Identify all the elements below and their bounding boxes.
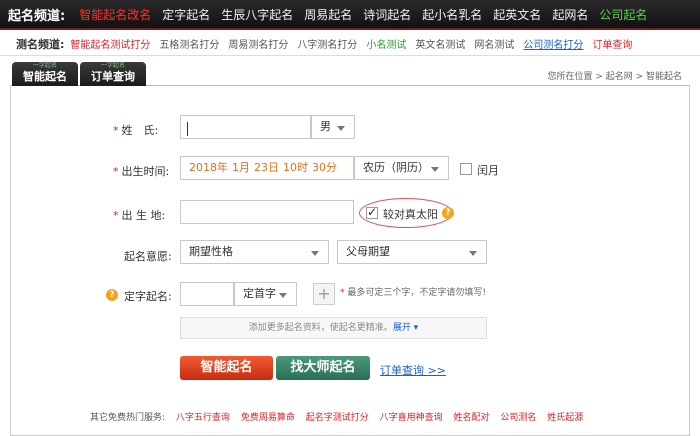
subnav-item-zhouyi[interactable]: 周易测名打分 xyxy=(228,36,288,51)
subnav-item-nickname[interactable]: 小名测试 xyxy=(366,36,406,51)
topnav-item-smart-rename[interactable]: 智能起名改名 xyxy=(79,6,151,23)
leap-month-checkbox[interactable] xyxy=(460,163,472,175)
gender-select[interactable]: 男 xyxy=(311,115,355,139)
topnav-item-netname[interactable]: 起网名 xyxy=(552,6,588,23)
topnav-item-nickname[interactable]: 起小名乳名 xyxy=(422,6,482,23)
topnav-item-poetry[interactable]: 诗词起名 xyxy=(363,6,411,23)
smart-name-button[interactable]: 智能起名 xyxy=(180,356,273,380)
text-caret xyxy=(187,122,188,136)
topnav-item-zhouyi[interactable]: 周易起名 xyxy=(304,6,352,23)
fixed-position-select[interactable]: 定首字 xyxy=(234,282,297,306)
top-channel-bar: 起名频道: 智能起名改名 定字起名 生辰八字起名 周易起名 诗词起名 起小名乳名… xyxy=(0,0,700,30)
subnav-item-company[interactable]: 公司测名打分 xyxy=(523,36,583,51)
birthplace-input[interactable] xyxy=(180,200,354,224)
birth-time-input[interactable]: 2018年 1月 23日 10时 30分 xyxy=(180,156,354,180)
tab-smart-name[interactable]: 一字起名 智能起名 xyxy=(12,62,78,86)
more-info-text: 添加更多起名资料，使起名更精准。 xyxy=(248,323,393,333)
birth-time-label: * 出生时间: xyxy=(113,165,170,178)
birth-time-label-text: 出生时间: xyxy=(121,165,170,178)
leap-month-label: 闰月 xyxy=(477,164,499,177)
surname-input[interactable] xyxy=(180,115,311,139)
birthplace-label-text: 出 生 地: xyxy=(121,209,166,222)
birth-month: 1月 xyxy=(232,161,250,174)
wish-label: 起名意愿: xyxy=(124,250,172,263)
true-solar-checkbox[interactable] xyxy=(366,205,378,219)
footer-link[interactable]: 姓氏起源 xyxy=(547,413,583,423)
footer-link[interactable]: 八字五行查询 xyxy=(176,413,230,423)
footer-link[interactable]: 八字喜用神查询 xyxy=(380,413,443,423)
footer-services: 其它免费热门服务: 八字五行查询 免费周易算命 起名字测试打分 八字喜用神查询 … xyxy=(90,410,583,423)
footer-label: 其它免费热门服务: xyxy=(90,413,166,423)
surname-label-text: 姓 氏: xyxy=(121,124,159,137)
expand-link[interactable]: 展开 ▾ xyxy=(393,323,418,333)
footer-link[interactable]: 姓名配对 xyxy=(453,413,489,423)
tab-order-query-label: 订单查询 xyxy=(91,70,135,83)
footer-link[interactable]: 起名字测试打分 xyxy=(306,413,369,423)
topnav-item-english[interactable]: 起英文名 xyxy=(493,6,541,23)
more-info-bar: 添加更多起名资料，使起名更精准。展开 ▾ xyxy=(180,317,487,339)
subnav-item-netname[interactable]: 网名测试 xyxy=(474,36,514,51)
subnav-item-english[interactable]: 英文名测试 xyxy=(415,36,465,51)
tab-smart-name-label: 智能起名 xyxy=(23,70,67,83)
order-query-link[interactable]: 订单查询 >> xyxy=(380,362,446,378)
tab-smart-name-sub: 一字起名 xyxy=(32,62,57,69)
birth-minute: 30分 xyxy=(312,161,337,174)
hint-star: * xyxy=(340,288,345,298)
surname-label: * 姓 氏: xyxy=(113,124,159,137)
breadcrumb: 您所在位置 > 起名网 > 智能起名 xyxy=(547,72,682,82)
subnav-item-bazi[interactable]: 八字测名打分 xyxy=(297,36,357,51)
wish-select-personality[interactable]: 期望性格 xyxy=(180,240,329,264)
add-char-button[interactable]: + xyxy=(313,283,335,305)
subnav-item-order[interactable]: 订单查询 xyxy=(592,36,632,51)
footer-link[interactable]: 公司测名 xyxy=(500,413,536,423)
master-name-button[interactable]: 找大师起名 xyxy=(276,356,370,380)
topnav-item-company[interactable]: 公司起名 xyxy=(599,6,647,23)
help-icon-fixed[interactable]: ? xyxy=(106,289,118,301)
footer-link[interactable]: 免费周易算命 xyxy=(241,413,295,423)
fixed-char-hint: * 最多可定三个字，不定字请勿填写! xyxy=(340,285,486,298)
tab-order-query-sub: 一字起名 xyxy=(100,62,125,69)
subnav-item-smart-test[interactable]: 智能起名测试打分 xyxy=(70,36,150,51)
subnav-item-wuge[interactable]: 五格测名打分 xyxy=(159,36,219,51)
fixed-char-label: 定字起名: xyxy=(124,290,172,303)
birth-day: 23日 xyxy=(254,161,279,174)
hint-text: 最多可定三个字，不定字请勿填写! xyxy=(347,288,486,298)
help-icon[interactable]: ? xyxy=(442,207,454,219)
birth-hour: 10时 xyxy=(283,161,308,174)
true-solar-label: 较对真太阳 xyxy=(383,208,438,221)
test-channel-bar: 测名频道: 智能起名测试打分 五格测名打分 周易测名打分 八字测名打分 小名测试… xyxy=(0,32,700,56)
test-channel-title: 测名频道: xyxy=(16,37,65,51)
channel-title: 起名频道: xyxy=(8,8,66,24)
calendar-select[interactable]: 农历（阴历） xyxy=(354,156,449,180)
birthplace-label: * 出 生 地: xyxy=(113,209,166,222)
wish-select-parents[interactable]: 父母期望 xyxy=(337,240,487,264)
tab-strip: 一字起名 智能起名 一字起名 订单查询 您所在位置 > 起名网 > 智能起名 xyxy=(10,60,690,86)
fixed-char-input[interactable] xyxy=(180,282,234,306)
topnav-item-bazi[interactable]: 生辰八字起名 xyxy=(221,6,293,23)
birth-year: 2018年 xyxy=(189,161,228,174)
topnav-item-fixed-char[interactable]: 定字起名 xyxy=(162,6,210,23)
tab-order-query[interactable]: 一字起名 订单查询 xyxy=(80,62,146,86)
